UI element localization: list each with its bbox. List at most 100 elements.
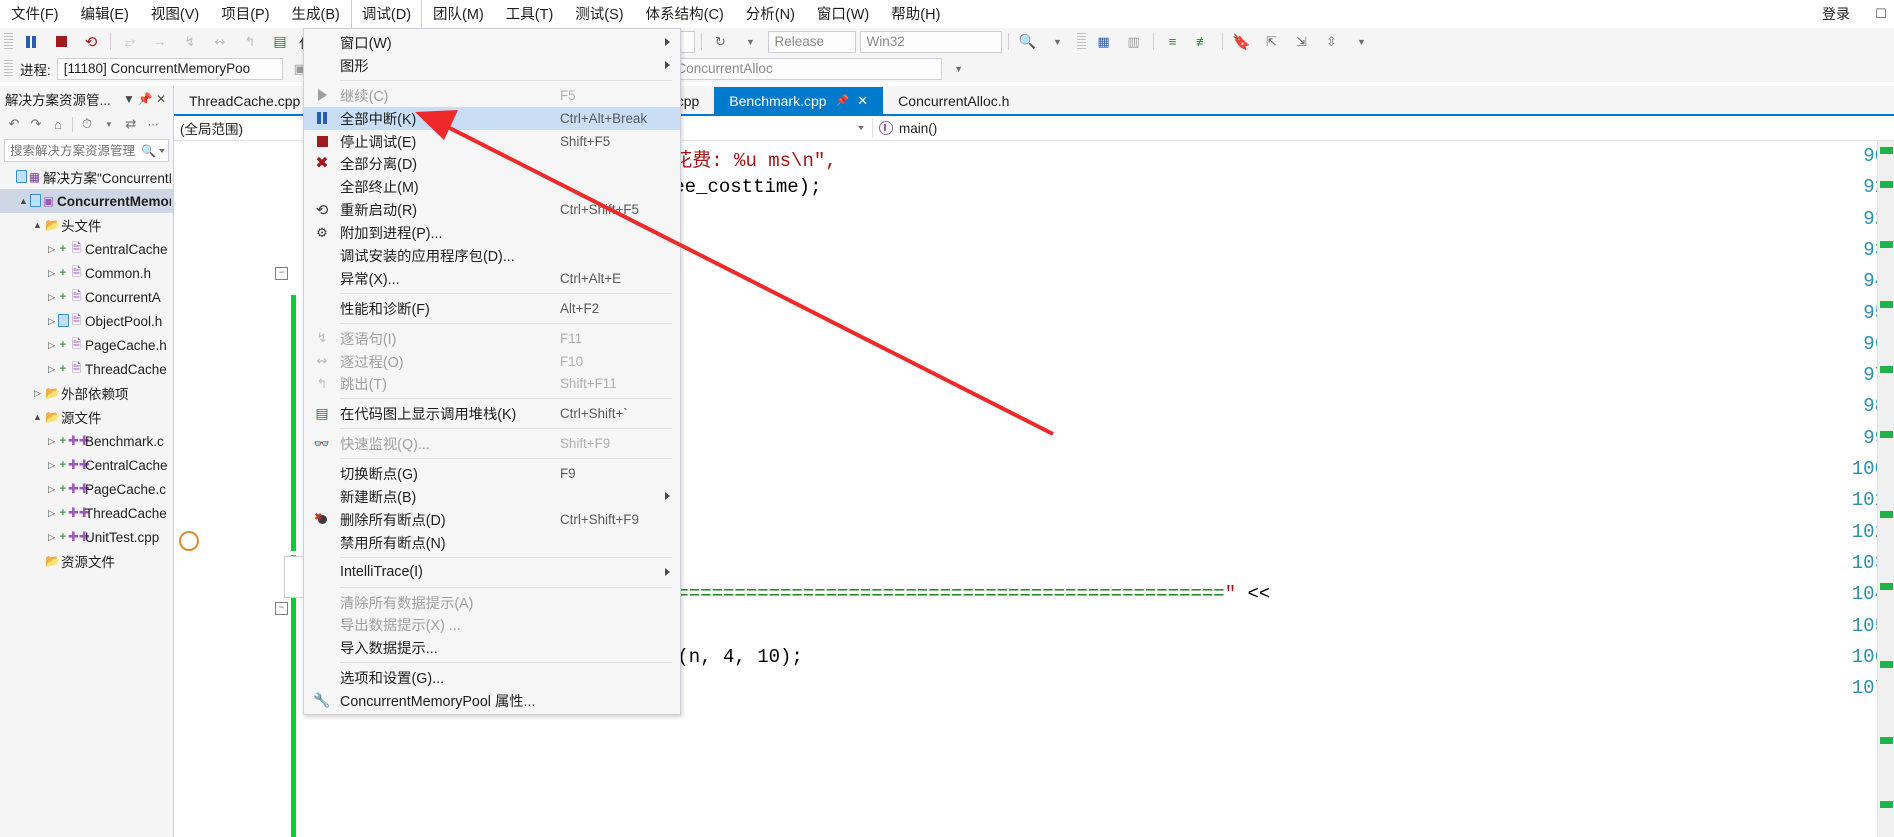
step-over-icon[interactable]: ↭ — [206, 31, 234, 53]
tree-item[interactable]: ▷ + ✚✚ PageCache.c — [0, 477, 173, 501]
frame-overflow-icon[interactable]: ▼ — [945, 58, 973, 80]
tree-expander-icon[interactable]: ▷ — [45, 460, 58, 471]
tree-item[interactable]: ▷ + ✚✚ UnitTest.cpp — [0, 525, 173, 549]
menu-item[interactable]: 调试安装的应用程序包(D)... — [304, 244, 680, 267]
menu-file[interactable]: 文件(F) — [0, 0, 70, 29]
outdent-icon[interactable]: ≢ — [1189, 31, 1217, 53]
sign-in-link[interactable]: 登录 — [1822, 4, 1868, 24]
code-line[interactable]: c(n, 4, 10); — [666, 646, 803, 668]
pending-changes-dropdown-icon[interactable]: ▼ — [99, 115, 119, 134]
process-combo[interactable]: [11180] ConcurrentMemoryPoo — [56, 57, 283, 80]
editor-tab[interactable]: Benchmark.cpp 📌 ✕ — [714, 87, 884, 114]
tree-expander-icon[interactable]: ▲ — [31, 220, 44, 230]
menu-analyze[interactable]: 分析(N) — [735, 0, 806, 29]
step-out-icon[interactable]: ↰ — [236, 31, 264, 53]
editor-tab[interactable]: ConcurrentAlloc.h — [883, 88, 1025, 114]
menu-architecture[interactable]: 体系结构(C) — [635, 0, 735, 29]
prev-bookmark-icon[interactable]: ⇱ — [1258, 31, 1286, 53]
tree-expander-icon[interactable]: ▷ — [45, 508, 58, 519]
menu-item[interactable]: 切换断点(G) F9 — [304, 462, 680, 485]
chevron-down-icon[interactable]: ▼ — [121, 92, 137, 106]
tree-expander-icon[interactable]: ▲ — [31, 412, 44, 422]
menu-item[interactable]: 选项和设置(G)... — [304, 666, 680, 689]
uncomment-icon[interactable]: ▥ — [1120, 31, 1148, 53]
tree-expander-icon[interactable]: ▷ — [31, 388, 44, 399]
editor-tab[interactable]: ThreadCache.cpp — [174, 88, 316, 114]
frame-combo[interactable]: ConcurrentAlloc — [669, 57, 942, 80]
menu-item[interactable]: 窗口(W) — [304, 31, 680, 54]
menu-item[interactable]: 异常(X)... Ctrl+Alt+E — [304, 267, 680, 290]
break-all-icon[interactable] — [17, 31, 45, 53]
find-dropdown-icon[interactable]: ▼ — [1044, 31, 1072, 53]
menu-item[interactable]: 🔧 ConcurrentMemoryPool 属性... — [304, 689, 680, 712]
tree-item[interactable]: ▷ + ✚✚ Benchmark.c — [0, 429, 173, 453]
menu-help[interactable]: 帮助(H) — [880, 0, 951, 29]
solution-config-combo[interactable]: Release — [767, 30, 856, 53]
menu-item[interactable]: 导入数据提示... — [304, 636, 680, 659]
tree-expander-icon[interactable]: ▷ — [45, 340, 58, 351]
menu-team[interactable]: 团队(M) — [422, 0, 495, 29]
tree-expander-icon[interactable]: ▷ — [45, 532, 58, 543]
restart-icon[interactable]: ⟲ — [77, 31, 105, 53]
search-dropdown-icon[interactable] — [159, 148, 165, 153]
stop-debug-icon[interactable] — [47, 31, 75, 53]
close-icon[interactable]: ✕ — [153, 92, 169, 106]
pin-icon[interactable]: 📌 — [137, 92, 153, 106]
vertical-scrollbar[interactable] — [1877, 141, 1894, 837]
tree-item[interactable]: 📂 资源文件 — [0, 549, 173, 573]
tree-item[interactable]: ▷ + ✚✚ CentralCache — [0, 453, 173, 477]
tree-expander-icon[interactable]: ▲ — [17, 196, 30, 206]
bookmark-icon[interactable]: 🔖 — [1228, 31, 1256, 53]
menu-item[interactable]: ✖ 删除所有断点(D) Ctrl+Shift+F9 — [304, 508, 680, 531]
next-bookmark-icon[interactable]: ⇲ — [1288, 31, 1316, 53]
breakpoint-pending-icon[interactable] — [179, 531, 199, 551]
back-icon[interactable]: ↶ — [4, 115, 24, 134]
menu-item[interactable]: ⟲ 重新启动(R) Ctrl+Shift+F5 — [304, 198, 680, 221]
menu-debug[interactable]: 调试(D) — [350, 0, 423, 31]
close-icon[interactable]: ✕ — [857, 93, 868, 109]
sync-icon[interactable]: ⇄ — [121, 115, 141, 134]
menu-item[interactable]: 新建断点(B) — [304, 485, 680, 508]
tree-expander-icon[interactable]: ▷ — [45, 436, 58, 447]
debug-menu-dropdown[interactable]: 窗口(W) 图形 继续(C) F5 全部中断(K) Ctrl+Alt+Break 停止调试(… — [303, 28, 681, 716]
solution-platform-combo[interactable]: Win32 — [859, 30, 1002, 53]
toolbar-grip[interactable] — [4, 32, 13, 51]
pending-changes-icon[interactable]: ⏱ — [77, 115, 97, 134]
code-line[interactable]: ========================================… — [666, 583, 1270, 605]
search-icon[interactable]: 🔍 — [140, 144, 157, 158]
tree-item[interactable]: ▷ + 🗎 ConcurrentA — [0, 285, 173, 309]
toolbar-grip-4[interactable] — [4, 59, 13, 78]
menu-tools[interactable]: 工具(T) — [495, 0, 565, 29]
menu-item[interactable]: 全部终止(M) — [304, 175, 680, 198]
toolbar-overflow-icon[interactable]: ▼ — [1348, 31, 1376, 53]
more-icon[interactable]: ⋯ — [143, 115, 163, 134]
menu-item[interactable]: 停止调试(E) Shift+F5 — [304, 130, 680, 153]
pin-icon[interactable]: 📌 — [836, 94, 850, 107]
menu-build[interactable]: 生成(B) — [281, 0, 351, 29]
menu-view[interactable]: 视图(V) — [140, 0, 210, 29]
menu-item[interactable]: 全部中断(K) Ctrl+Alt+Break — [304, 106, 680, 130]
tree-item[interactable]: ▷ + 🗎 ThreadCache — [0, 357, 173, 381]
menu-item[interactable]: 禁用所有断点(N) — [304, 531, 680, 554]
fold-marker[interactable]: − — [275, 602, 288, 615]
tree-item[interactable]: ▲ ▣ ConcurrentMemor — [0, 189, 173, 213]
menu-item[interactable]: ⚙ 附加到进程(P)... — [304, 221, 680, 244]
menu-project[interactable]: 项目(P) — [210, 0, 280, 29]
menu-item[interactable]: ✖ 全部分离(D) — [304, 152, 680, 175]
menu-item[interactable]: 图形 — [304, 54, 680, 77]
search-input[interactable] — [8, 142, 141, 159]
member-combo[interactable]: main() — [873, 119, 1285, 138]
menu-item[interactable]: 性能和诊断(F) Alt+F2 — [304, 297, 680, 320]
find-in-files-icon[interactable]: 🔍 — [1014, 31, 1042, 53]
solution-explorer-search[interactable]: 🔍 — [4, 139, 169, 162]
step-into-icon[interactable]: ↯ — [176, 31, 204, 53]
indent-icon[interactable]: ≡ — [1159, 31, 1187, 53]
home-icon[interactable]: ⌂ — [48, 115, 68, 134]
forward-icon[interactable]: ↷ — [26, 115, 46, 134]
comment-icon[interactable]: ▦ — [1090, 31, 1118, 53]
tree-expander-icon[interactable]: ▷ — [45, 244, 58, 255]
tree-item[interactable]: ▦ 解决方案"ConcurrentM — [0, 165, 173, 189]
menu-edit[interactable]: 编辑(E) — [70, 0, 140, 29]
tree-expander-icon[interactable]: ▷ — [45, 316, 58, 327]
tree-item[interactable]: ▷ 🗎 ObjectPool.h — [0, 309, 173, 333]
